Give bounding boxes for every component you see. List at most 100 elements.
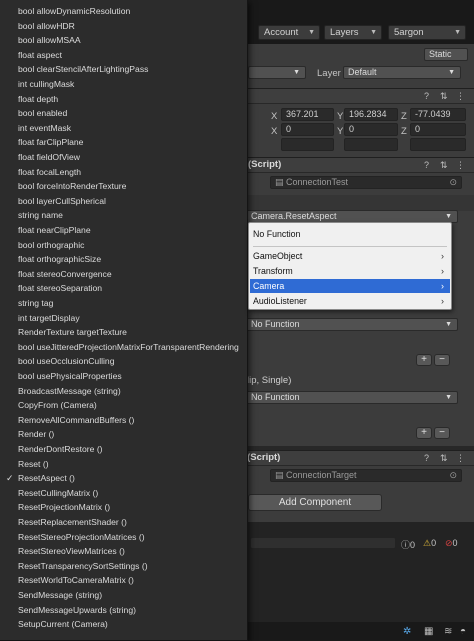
menu-item[interactable]: int cullingMask: [0, 77, 246, 92]
menu-item[interactable]: string tag: [0, 296, 246, 311]
target-script-field[interactable]: ▤ ConnectionTarget ⊙: [270, 469, 462, 482]
menu-item[interactable]: ResetReplacementShader (): [0, 515, 246, 530]
menu-item[interactable]: float nearClipPlane: [0, 223, 246, 238]
menu-item[interactable]: ✓ ResetAspect (): [0, 471, 246, 486]
menu-item[interactable]: float stereoSeparation: [0, 281, 246, 296]
menu-item[interactable]: string name: [0, 208, 246, 223]
chevron-down-icon: ▼: [445, 394, 452, 401]
menu-item[interactable]: bool useOcclusionCulling: [0, 354, 246, 369]
help-icon[interactable]: ?: [424, 453, 429, 463]
connection-test-header[interactable]: (Script): [222, 157, 474, 172]
menu-item[interactable]: bool clearStencilAfterLightingPass: [0, 62, 246, 77]
script-field[interactable]: ▤ ConnectionTest ⊙: [270, 176, 462, 189]
menu-item[interactable]: RenderTexture targetTexture: [0, 325, 246, 340]
preset-icon[interactable]: ⇅: [440, 91, 448, 102]
submenu-item-gameobject[interactable]: GameObject ›: [250, 249, 450, 263]
menu-item[interactable]: ResetProjectionMatrix (): [0, 500, 246, 515]
menu-item[interactable]: RenderDontRestore (): [0, 442, 246, 457]
more-icon[interactable]: ⋮: [456, 160, 465, 171]
menu-item[interactable]: SetupCurrent (Camera): [0, 617, 246, 632]
rotation-y-field[interactable]: 0: [344, 123, 398, 136]
remove-event-button[interactable]: −: [434, 354, 450, 366]
scale-x-field[interactable]: [281, 138, 334, 151]
menu-item[interactable]: int targetDisplay: [0, 311, 246, 326]
menu-item[interactable]: SendMessageUpwards (string): [0, 603, 246, 618]
menu-item-label: ResetReplacementShader (): [18, 517, 127, 527]
menu-item[interactable]: float depth: [0, 92, 246, 107]
menu-item[interactable]: SendMessage (string): [0, 588, 246, 603]
menu-item[interactable]: ResetWorldToCameraMatrix (): [0, 573, 246, 588]
position-y-field[interactable]: 196.2834: [344, 108, 398, 121]
menu-item[interactable]: RemoveAllCommandBuffers (): [0, 413, 246, 428]
menu-item[interactable]: bool orthographic: [0, 238, 246, 253]
rotation-x-field[interactable]: 0: [281, 123, 334, 136]
static-dropdown[interactable]: Static: [424, 48, 468, 61]
submenu-item-audiolistener[interactable]: AudioListener ›: [250, 294, 450, 308]
menu-item[interactable]: float aspect: [0, 48, 246, 63]
layout-dropdown[interactable]: 5argon ▼: [388, 25, 466, 40]
menu-item[interactable]: float fieldOfView: [0, 150, 246, 165]
help-icon[interactable]: ?: [424, 91, 429, 101]
layers-dropdown[interactable]: Layers ▼: [324, 25, 382, 40]
console-search-input[interactable]: [250, 537, 396, 549]
menu-item[interactable]: int eventMask: [0, 121, 246, 136]
object-picker-icon[interactable]: ⊙: [449, 470, 457, 481]
bug-icon[interactable]: ✲: [403, 626, 411, 637]
function-dropdown-2[interactable]: No Function ▼: [246, 318, 458, 331]
connection-target-header[interactable]: et (Script): [222, 450, 474, 465]
rotation-z-field[interactable]: 0: [410, 123, 466, 136]
menu-item[interactable]: float stereoConvergence: [0, 267, 246, 282]
menu-item[interactable]: Reset (): [0, 457, 246, 472]
layer-dropdown[interactable]: Default ▼: [343, 66, 461, 79]
layers-icon[interactable]: ≋: [444, 626, 452, 637]
menu-item[interactable]: bool allowMSAA: [0, 33, 246, 48]
chevron-down-icon: ▼: [454, 29, 461, 36]
add-event-button[interactable]: +: [416, 354, 432, 366]
preset-icon[interactable]: ⇅: [440, 160, 448, 171]
menu-item-label: int eventMask: [18, 122, 72, 133]
menu-item[interactable]: ResetCullingMatrix (): [0, 486, 246, 501]
menu-item[interactable]: float orthographicSize: [0, 252, 246, 267]
menu-item[interactable]: ResetStereoViewMatrices (): [0, 544, 246, 559]
console-warning-count[interactable]: ⚠0: [423, 538, 436, 549]
menu-item[interactable]: ResetTransparencySortSettings (): [0, 559, 246, 574]
submenu-item-no-function[interactable]: No Function: [250, 227, 450, 241]
object-picker-icon[interactable]: ⊙: [449, 177, 457, 188]
help-icon[interactable]: ?: [424, 160, 429, 170]
preset-icon[interactable]: ⇅: [440, 453, 448, 464]
menu-item[interactable]: bool allowDynamicResolution: [0, 4, 246, 19]
console-log-count[interactable]: ⓘ0: [401, 538, 415, 551]
menu-item[interactable]: bool enabled: [0, 106, 246, 121]
submenu-item-transform[interactable]: Transform ›: [250, 264, 450, 278]
menu-item[interactable]: bool useJitteredProjectionMatrixForTrans…: [0, 340, 246, 355]
remove-event-button-2[interactable]: −: [434, 427, 450, 439]
menu-item[interactable]: bool usePhysicalProperties: [0, 369, 246, 384]
menu-item-label: string tag: [18, 298, 54, 308]
cache-server-icon[interactable]: ▦: [424, 626, 433, 637]
position-x-field[interactable]: 367.201: [281, 108, 334, 121]
add-event-button-2[interactable]: +: [416, 427, 432, 439]
function-dropdown-3[interactable]: No Function ▼: [246, 391, 458, 404]
position-z-field[interactable]: -77.0439: [410, 108, 466, 121]
menu-item[interactable]: bool forceIntoRenderTexture: [0, 179, 246, 194]
menu-item[interactable]: float focalLength: [0, 165, 246, 180]
menu-item[interactable]: float farClipPlane: [0, 135, 246, 150]
menu-item[interactable]: bool layerCullSpherical: [0, 194, 246, 209]
menu-item[interactable]: bool allowHDR: [0, 19, 246, 34]
menu-item[interactable]: BroadcastMessage (string): [0, 384, 246, 399]
menu-item[interactable]: ResetStereoProjectionMatrices (): [0, 530, 246, 545]
console-error-count[interactable]: ⊘0: [445, 538, 458, 549]
more-icon[interactable]: ⋮: [456, 453, 465, 464]
menu-item-label: ResetProjectionMatrix (): [18, 502, 111, 513]
more-icon[interactable]: ⋮: [456, 91, 465, 102]
tag-dropdown[interactable]: ▼: [248, 66, 306, 79]
transform-header[interactable]: [222, 88, 474, 103]
account-dropdown[interactable]: Account ▼: [258, 25, 320, 40]
menu-item[interactable]: CopyFrom (Camera): [0, 398, 246, 413]
menu-item[interactable]: Render (): [0, 427, 246, 442]
scale-z-field[interactable]: [410, 138, 466, 151]
progress-icon[interactable]: ◓: [460, 626, 466, 637]
scale-y-field[interactable]: [344, 138, 398, 151]
submenu-item-camera[interactable]: Camera ›: [250, 279, 450, 293]
add-component-button[interactable]: Add Component: [248, 494, 382, 511]
